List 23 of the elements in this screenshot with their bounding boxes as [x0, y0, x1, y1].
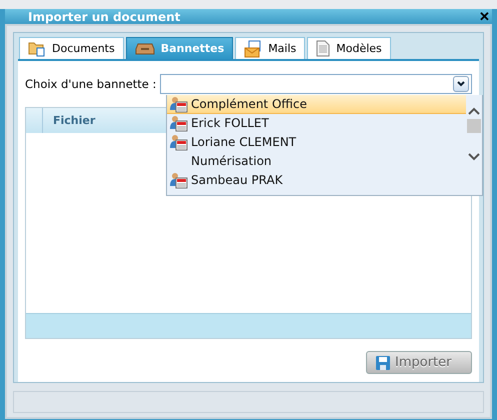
dropdown-option[interactable]: Complément Office — [167, 95, 466, 114]
scroll-thumb[interactable] — [467, 119, 481, 133]
dropdown-field[interactable] — [160, 74, 472, 94]
user-card-icon — [170, 114, 188, 132]
dropdown-option[interactable]: Sambeau PRAK — [167, 171, 466, 190]
scroll-up-icon[interactable] — [468, 107, 480, 115]
folder-document-icon — [28, 40, 46, 56]
close-button[interactable]: ✕ — [479, 9, 490, 24]
tab[interactable]: Mails — [235, 37, 306, 59]
window-title: Importer un document — [28, 10, 180, 24]
field-label: Choix d'une bannette : — [25, 77, 156, 91]
scroll-down-icon[interactable] — [468, 153, 480, 161]
user-card-icon — [170, 172, 188, 188]
tab[interactable]: Modèles — [307, 37, 391, 59]
envelope-document-icon — [244, 40, 262, 58]
user-card-icon — [170, 96, 188, 112]
dropdown-option[interactable]: Erick FOLLET — [167, 114, 466, 133]
dropdown-option[interactable]: Numérisation — [167, 152, 466, 171]
tray-icon — [134, 42, 155, 54]
user-card-icon — [170, 134, 188, 150]
tab[interactable]: Documents — [19, 37, 124, 59]
document-icon — [316, 40, 330, 57]
dropdown-option[interactable]: Loriane CLEMENT — [167, 133, 466, 152]
